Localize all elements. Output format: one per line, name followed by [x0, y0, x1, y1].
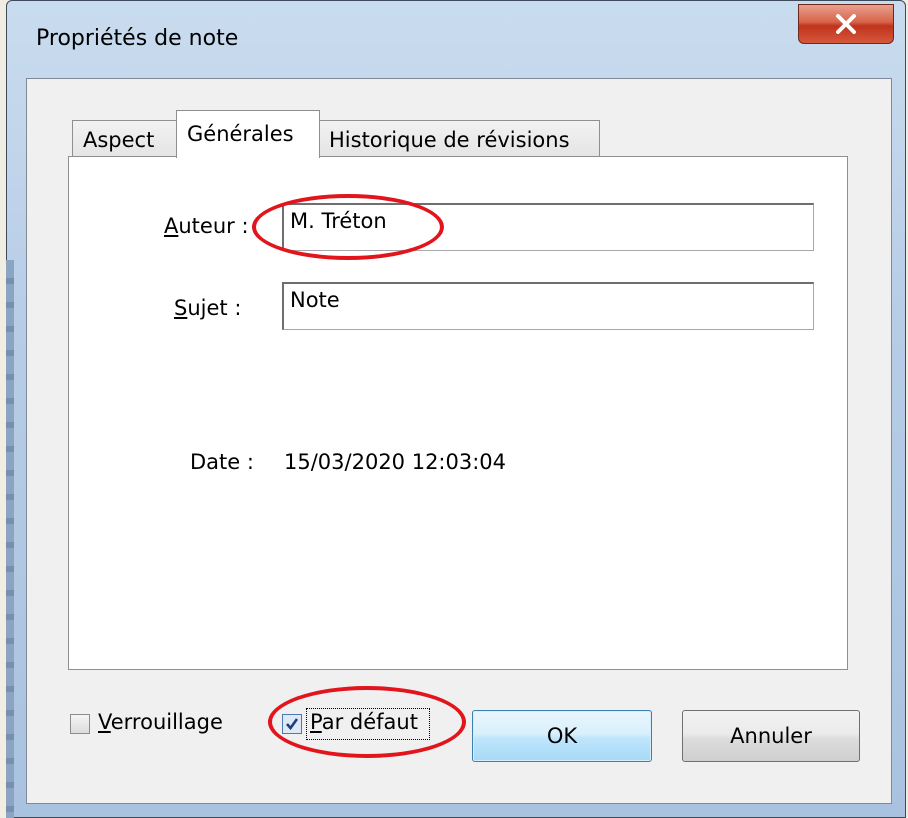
cancel-label: Annuler [730, 724, 812, 748]
ok-label: OK [546, 724, 578, 748]
subject-label-accel: S [174, 296, 188, 320]
subject-label-rest: ujet : [187, 296, 242, 320]
subject-label: Sujet : [174, 296, 241, 320]
tab-generales[interactable]: Générales [176, 110, 320, 158]
lock-label[interactable]: Verrouillage [98, 710, 223, 734]
author-label-accel: A [164, 214, 179, 238]
lock-label-accel: V [98, 710, 111, 734]
subject-value: Note [290, 288, 340, 312]
author-value: M. Tréton [290, 209, 387, 233]
lock-checkbox[interactable] [70, 714, 90, 734]
cancel-button[interactable]: Annuler [682, 710, 860, 762]
ok-button[interactable]: OK [472, 710, 652, 762]
tab-label: Historique de révisions [329, 128, 570, 152]
subject-input[interactable]: Note [282, 282, 814, 330]
default-focus-rect [306, 708, 430, 740]
author-input[interactable]: M. Tréton [282, 203, 814, 251]
tab-label: Générales [187, 122, 294, 146]
lock-label-rest: errouillage [110, 710, 223, 734]
window-edge [6, 260, 14, 818]
close-icon [835, 14, 857, 34]
date-label: Date : [190, 450, 254, 474]
author-label: Auteur : [164, 214, 249, 238]
checkmark-icon [286, 718, 299, 731]
tab-label: Aspect [83, 128, 155, 152]
default-checkbox[interactable] [282, 714, 302, 734]
tab-historique[interactable]: Historique de révisions [318, 120, 600, 158]
author-label-rest: uteur : [178, 214, 249, 238]
window-title: Propriétés de note [36, 26, 239, 51]
tab-aspect[interactable]: Aspect [72, 120, 178, 158]
close-button[interactable] [798, 4, 894, 44]
date-value: 15/03/2020 12:03:04 [284, 450, 507, 474]
